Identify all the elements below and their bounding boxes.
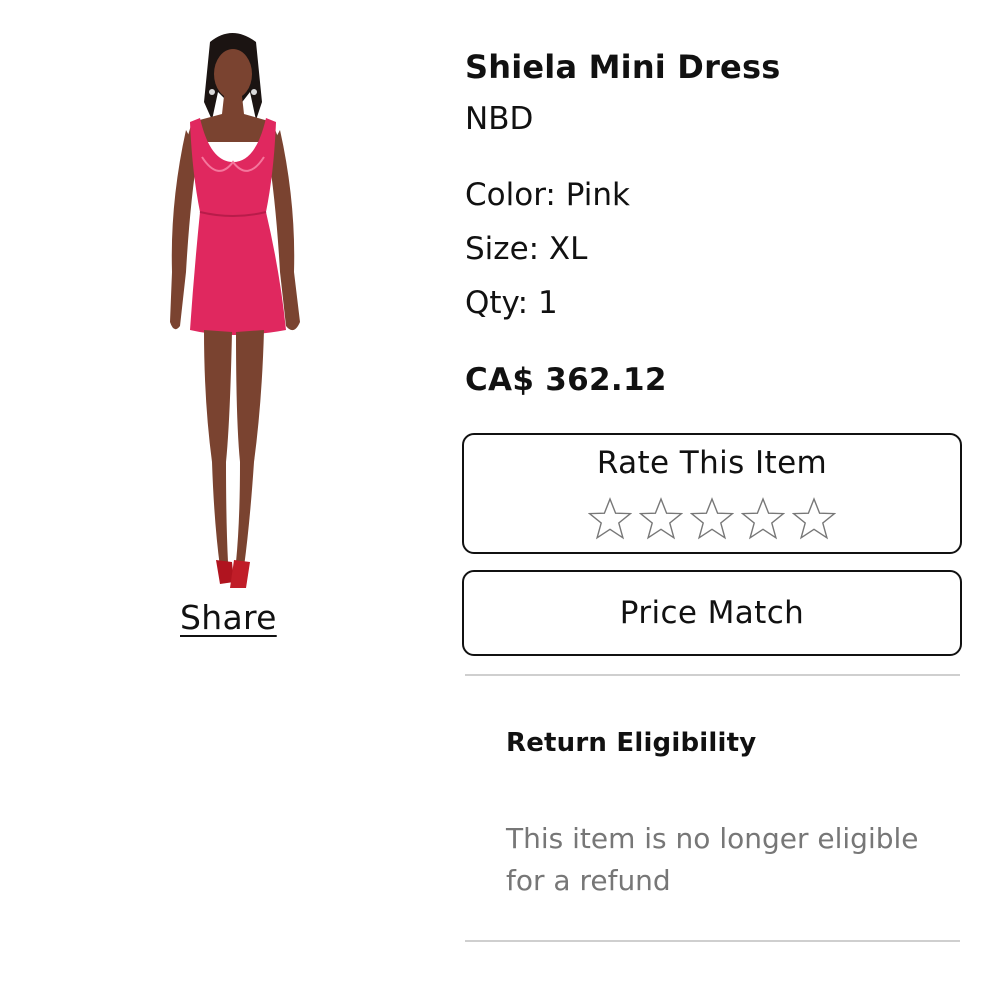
divider bbox=[465, 674, 960, 676]
product-price: CA$ 362.12 bbox=[465, 362, 667, 398]
product-attributes: Color: Pink Size: XL Qty: 1 bbox=[465, 168, 965, 330]
star-outline-icon[interactable] bbox=[690, 497, 734, 541]
product-size: Size: XL bbox=[465, 231, 588, 267]
star-outline-icon[interactable] bbox=[741, 497, 785, 541]
product-detail-page: Share Shiela Mini Dress NBD Color: Pink … bbox=[0, 0, 1000, 1000]
rate-item-title: Rate This Item bbox=[596, 445, 828, 481]
product-qty: Qty: 1 bbox=[465, 285, 558, 321]
price-match-button[interactable]: Price Match bbox=[462, 570, 962, 656]
star-outline-icon[interactable] bbox=[639, 497, 683, 541]
product-title: Shiela Mini Dress bbox=[465, 48, 781, 86]
star-rating bbox=[464, 497, 960, 541]
return-eligibility-text: This item is no longer eligible for a re… bbox=[506, 822, 919, 897]
product-color: Color: Pink bbox=[465, 177, 630, 213]
product-details: Shiela Mini Dress NBD Color: Pink Size: … bbox=[465, 42, 965, 407]
star-outline-icon[interactable] bbox=[792, 497, 836, 541]
star-outline-icon[interactable] bbox=[588, 497, 632, 541]
rate-item-box: Rate This Item bbox=[462, 433, 962, 554]
product-brand[interactable]: NBD bbox=[465, 92, 965, 146]
divider bbox=[465, 940, 960, 942]
product-image[interactable] bbox=[140, 22, 325, 600]
share-link[interactable]: Share bbox=[180, 598, 277, 637]
return-eligibility-title: Return Eligibility bbox=[506, 728, 757, 758]
